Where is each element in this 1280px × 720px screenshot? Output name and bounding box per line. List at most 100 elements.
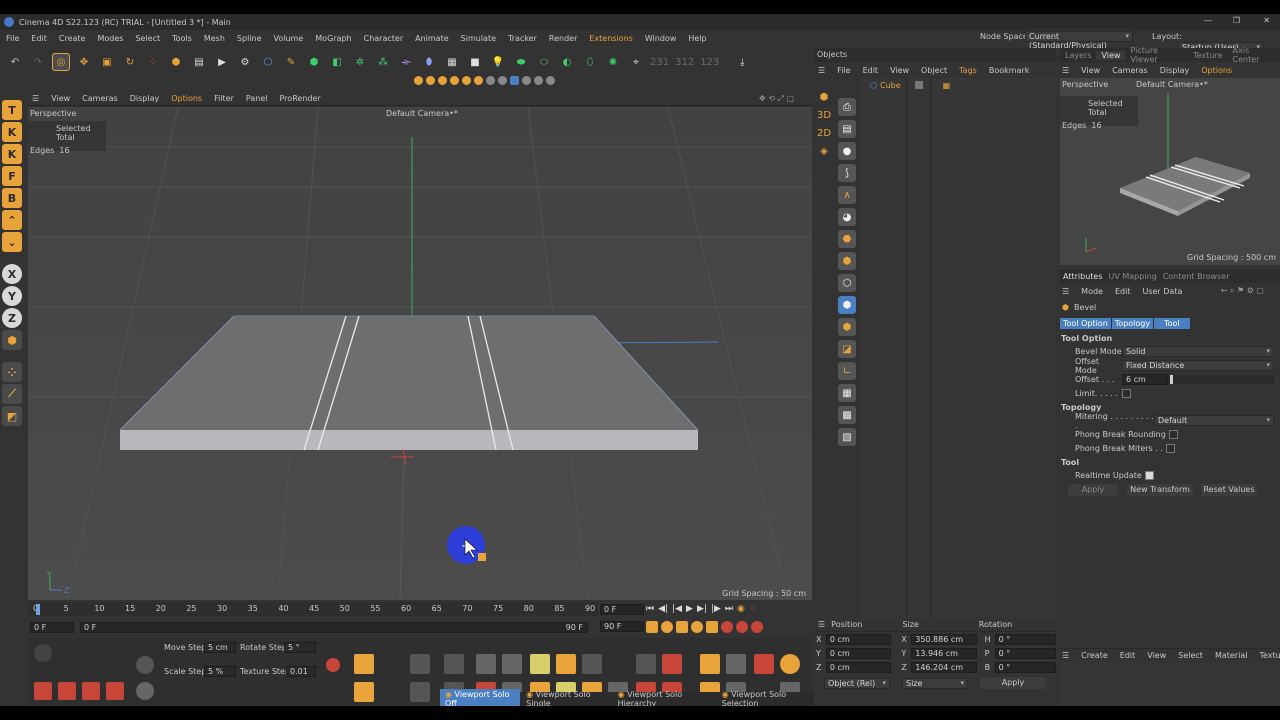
viewport-menu-panel[interactable]: Panel [246,94,268,103]
timeline-end-marker-field[interactable]: 0 F [600,604,644,615]
bottom-grid-red2-icon[interactable] [82,682,100,700]
coord-mode-dropdown[interactable]: Object (Rel) [824,677,890,689]
strip-2d-icon[interactable]: 2D [817,126,831,140]
next-key-icon[interactable]: |▶ [711,604,721,614]
snap-workplane-icon[interactable] [510,75,519,85]
solo-selection-button[interactable]: ◉ Viewport Solo Selection [722,690,814,706]
bottom-cube6-icon[interactable] [726,654,746,674]
minimize-button[interactable]: — [1204,16,1212,25]
solo-hierarchy-button[interactable]: ◉ Viewport Solo Hierarchy [618,690,712,706]
viewport-hamburger-icon[interactable]: ☰ [32,94,39,103]
menu-help[interactable]: Help [688,34,706,43]
attributes-menu-mode[interactable]: Mode [1081,287,1103,296]
volume-mesher-icon[interactable]: ⬭ [535,53,553,71]
menu-mograph[interactable]: MoGraph [315,34,351,43]
main-viewport[interactable]: + Perspective Default Camera•* Selected … [28,107,812,600]
render-view-icon[interactable]: ▶ [213,53,231,71]
material-menu-view[interactable]: View [1147,651,1166,660]
undo-icon[interactable]: ↶ [6,53,24,71]
camera-icon[interactable]: ■ [466,53,484,71]
new-transform-button[interactable]: New Transform [1127,484,1193,496]
coord-rotation-input[interactable]: 0 ° [994,633,1057,645]
right-viewport-menu-options[interactable]: Options [1201,66,1232,75]
palette-cube-orange-icon[interactable]: ⬢ [838,318,856,336]
snap-enable-icon[interactable] [414,75,423,85]
bottom-cube-icon[interactable] [476,654,496,674]
coord-size-input[interactable]: 146.204 cm [911,661,977,673]
subdivision-icon[interactable]: ⬢ [305,53,323,71]
volume-filter-icon[interactable]: ◐ [558,53,576,71]
phong-rounding-checkbox[interactable] [1168,430,1178,439]
tab-texture[interactable]: Texture [1188,51,1227,60]
move-step-input[interactable]: 5 cm [204,642,236,653]
max-frame-field[interactable]: 90 F [600,621,644,632]
menu-character[interactable]: Character [364,34,404,43]
bottom-cube2-icon[interactable] [502,654,522,674]
object-row-cube[interactable]: ⬡ Cube ▦ [860,78,1056,92]
menu-volume[interactable]: Volume [274,34,304,43]
menu-modes[interactable]: Modes [97,34,123,43]
palette-material-icon[interactable]: ● [838,142,856,160]
attributes-nav-icons[interactable]: ← ⌕ ⚑ ⚙ ▢ [1221,286,1264,296]
field-icon[interactable]: ⬮ [420,53,438,71]
palette-layout-icon[interactable]: ⎙ [838,98,856,116]
right-viewport-menu-display[interactable]: Display [1160,66,1190,75]
strip-3d-icon[interactable]: 3D [817,108,831,122]
viewport-menu-prorender[interactable]: ProRender [280,94,321,103]
palette-cube-active-icon[interactable]: ⬢ [838,296,856,314]
tab-attributes[interactable]: Attributes [1060,272,1106,281]
palette-checker-ok-icon[interactable]: ▧ [838,428,856,446]
raise-icon[interactable]: ⌃ [2,210,22,230]
frame-range-slider[interactable]: 0 F 90 F [80,621,588,633]
coord-rotation-input[interactable]: 0 ° [994,661,1057,673]
reset-values-button[interactable]: Reset Values [1201,484,1257,496]
bevel-mode-dropdown[interactable]: Solid [1122,346,1274,357]
rotate-icon[interactable]: ↻ [121,53,139,71]
apply-button[interactable]: Apply [1068,484,1118,496]
menu-create[interactable]: Create [59,34,86,43]
key-pla-icon[interactable] [706,621,718,633]
tab-content-browser[interactable]: Content Browser [1160,272,1233,281]
render-settings-icon[interactable]: ⚙ [236,53,254,71]
realtime-checkbox[interactable] [1144,471,1154,480]
bottom-record-icon[interactable] [326,658,340,672]
play-icon[interactable]: ▶ [686,604,693,614]
points-mode-icon[interactable]: ⁘ [2,362,22,382]
key-all-icon[interactable] [751,621,763,633]
objects-menu-object[interactable]: Object [921,66,947,75]
palette-corner-icon[interactable]: ∟ [838,362,856,380]
keyframe-grid-icon[interactable]: ⁙ [749,604,757,614]
strip-uv-icon[interactable]: ◈ [817,144,831,158]
menu-simulate[interactable]: Simulate [461,34,496,43]
viewport-menu-display[interactable]: Display [130,94,160,103]
menu-edit[interactable]: Edit [31,34,47,43]
axis-mode-icon[interactable]: K [2,144,22,164]
snap-edge-icon[interactable] [438,75,447,85]
objects-menu-edit[interactable]: Edit [863,66,879,75]
bottom-ball-icon[interactable] [136,682,154,700]
recent-tools-icon[interactable]: ⁘ [144,53,162,71]
offset-mode-dropdown[interactable]: Fixed Distance [1122,360,1274,371]
limit-checkbox[interactable] [1122,389,1131,398]
bottom-points3-icon[interactable] [444,654,464,674]
record-active-icon[interactable] [736,621,748,633]
current-frame-field[interactable]: 0 F [30,621,74,633]
bottom-sphere-icon[interactable] [136,656,154,674]
mograph-icon[interactable]: ⁂ [374,53,392,71]
deformer-icon[interactable]: ⟛ [397,53,415,71]
offset-slider[interactable] [1168,375,1274,384]
objects-menu-bookmark[interactable]: Bookmark [989,66,1030,75]
palette-spline-icon[interactable]: ∧ [838,186,856,204]
subtab-tool[interactable]: Tool [1154,317,1190,329]
material-menu-select[interactable]: Select [1178,651,1203,660]
tab-picture-viewer[interactable]: Picture Viewer [1125,46,1188,64]
coordinates-hamburger-icon[interactable]: ☰ [818,620,825,629]
menu-animate[interactable]: Animate [415,34,449,43]
viewport-menu-options[interactable]: Options [171,94,202,103]
material-hamburger-icon[interactable]: ☰ [1062,651,1069,660]
redo-icon[interactable]: ↷ [29,53,47,71]
coord-size-input[interactable]: 350.886 cm [911,633,977,645]
download-icon[interactable]: ⤓ [733,53,751,71]
next-frame-icon[interactable]: ▶| [697,604,707,614]
palette-sphere-icon[interactable]: ◕ [838,208,856,226]
